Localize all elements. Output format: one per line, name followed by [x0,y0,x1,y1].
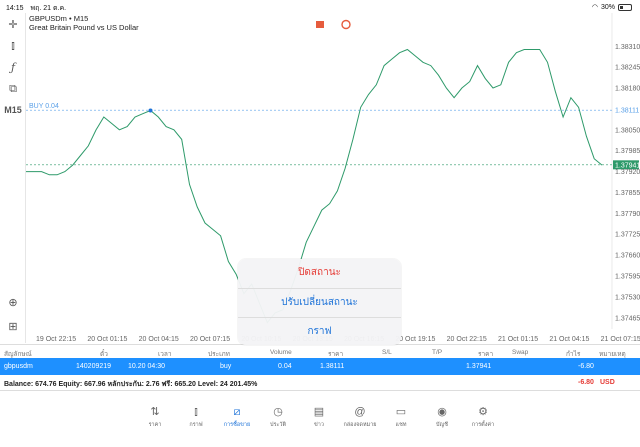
x-tick-label: 20 Oct 07:15 [190,336,230,343]
row-profit: -6.80 [578,363,594,370]
y-tick-label: 1.37465 [615,315,640,322]
col-sl: S/L [382,349,392,356]
col-tp: T/P [432,349,443,356]
y-tick-label: 1.38310 [615,44,640,51]
buy-position-label: BUY 0.04 [29,103,59,110]
candles-icon[interactable]: ⫾ [4,38,22,54]
x-tick-label: 20 Oct 04:15 [139,336,179,343]
modify-position-button[interactable]: ปรับเปลี่ยนสถานะ [238,288,401,316]
x-tick-label: 20 Oct 22:15 [447,336,487,343]
x-tick-label: 21 Oct 07:15 [601,336,640,343]
indicator-icon[interactable] [341,19,351,30]
left-toolbar: ✛ ⫾ ƒ ⧉ M15 ⊕ ⊞ [0,13,26,343]
wifi-icon: ◠ [591,4,598,11]
position-row[interactable]: gbpusdm 140209219 10.20 04:30 buy 0.04 1… [0,358,640,375]
x-tick-label: 20 Oct 19:15 [395,336,435,343]
row-volume: 0.04 [278,363,292,370]
crosshair-icon[interactable]: ✛ [4,16,22,32]
trade-icon: ⧄ [233,406,241,418]
y-tick-label: 1.38180 [615,86,640,93]
x-tick-label: 21 Oct 01:15 [498,336,538,343]
one-click-trade-icon[interactable] [316,21,324,28]
tab-chart[interactable]: ⫾ กราฟ [176,405,216,429]
x-tick-label: 20 Oct 01:15 [87,336,127,343]
tab-trade[interactable]: ⧄ การซื้อขาย [217,405,257,429]
chat-icon: ▭ [395,406,407,418]
balance-row: Balance: 674.76 Equity: 667.96 หลักประกั… [0,375,640,391]
bottom-tab-bar: ⇅ ราคา ⫾ กราฟ ⧄ การซื้อขาย ◷ ประวัติ ▤ ข่าว @… [0,405,640,447]
balance-summary: Balance: 674.76 Equity: 667.96 หลักประกั… [4,381,258,388]
row-time: 10.20 04:30 [128,363,165,370]
tab-quotes[interactable]: ⇅ ราคา [135,405,175,429]
y-tick-label: 1.37920 [615,169,640,176]
timeframe-button[interactable]: M15 [4,102,22,118]
currency-label: USD [600,379,615,386]
tab-news[interactable]: ▤ ข่าว [299,405,339,429]
chart-description: Great Britain Pound vs US Dollar [29,23,139,32]
y-tick-label: 1.37725 [615,232,640,239]
battery-icon [618,3,632,11]
tab-account[interactable]: ◉ บัญชี [422,405,462,429]
y-tick-label: 1.37985 [615,148,640,155]
y-tick-label: 1.37660 [615,253,640,260]
chart-header-icons[interactable] [316,19,351,30]
tab-settings[interactable]: ⚙ การตั้งค่า [463,405,503,429]
zoom-icon[interactable]: ⊕ [4,294,22,310]
account-icon: ◉ [437,406,447,418]
y-tick-label: 1.38111 [615,108,639,115]
tab-history[interactable]: ◷ ประวัติ [258,405,298,429]
close-position-button[interactable]: ปิดสถานะ [238,259,401,287]
y-tick-label: 1.38050 [615,127,640,134]
mailbox-icon: @ [354,406,366,418]
expand-icon[interactable]: ⊞ [4,318,22,334]
positions-table-header: สัญลักษณ์ ตั๋ว เวลา ประเภท Volume ราคา S… [0,344,640,358]
objects-icon[interactable]: ⧉ [4,81,22,97]
chart-icon: ⫾ [194,406,198,418]
col-swap: Swap [512,349,529,356]
row-type: buy [220,363,232,370]
y-tick-label: 1.37530 [615,294,640,301]
status-date: พฤ. 21 ต.ค. [30,5,67,12]
entry-marker [148,108,153,113]
quotes-icon: ⇅ [150,406,160,418]
row-current-price: 1.37941 [466,363,492,370]
function-icon[interactable]: ƒ [4,59,22,75]
chart-symbol: GBPUSDm • M15 [29,14,88,23]
x-tick-label: 21 Oct 04:15 [549,336,589,343]
tab-mailbox[interactable]: @ กล่องจดหมาย [340,405,380,429]
battery-percent: 30% [600,3,615,11]
tab-chat[interactable]: ▭ แชท [381,405,421,429]
status-bar: 14:15 พฤ. 21 ต.ค. ◠ 30% [0,0,640,13]
y-tick-label: 1.38245 [615,65,640,72]
y-tick-label: 1.37855 [615,190,640,197]
y-axis: 1.38310 1.38245 1.38180 1.38111 1.38050 1.379… [613,44,640,322]
y-tick-label: 1.37595 [615,273,640,280]
total-profit: -6.80 [578,379,594,386]
x-tick-label: 19 Oct 22:15 [36,336,76,343]
history-icon: ◷ [273,406,283,418]
row-symbol: gbpusdm [4,363,33,370]
settings-icon: ⚙ [478,406,488,418]
y-tick-label: 1.37790 [615,211,640,218]
open-chart-button[interactable]: กราฟ [238,317,401,345]
row-ticket: 140209219 [76,363,112,370]
col-volume: Volume [270,349,292,356]
position-action-sheet: ปิดสถานะ ปรับเปลี่ยนสถานะ กราฟ [238,259,401,345]
row-open-price: 1.38111 [320,363,345,370]
status-time: 14:15 [6,5,24,12]
news-icon: ▤ [313,406,325,418]
